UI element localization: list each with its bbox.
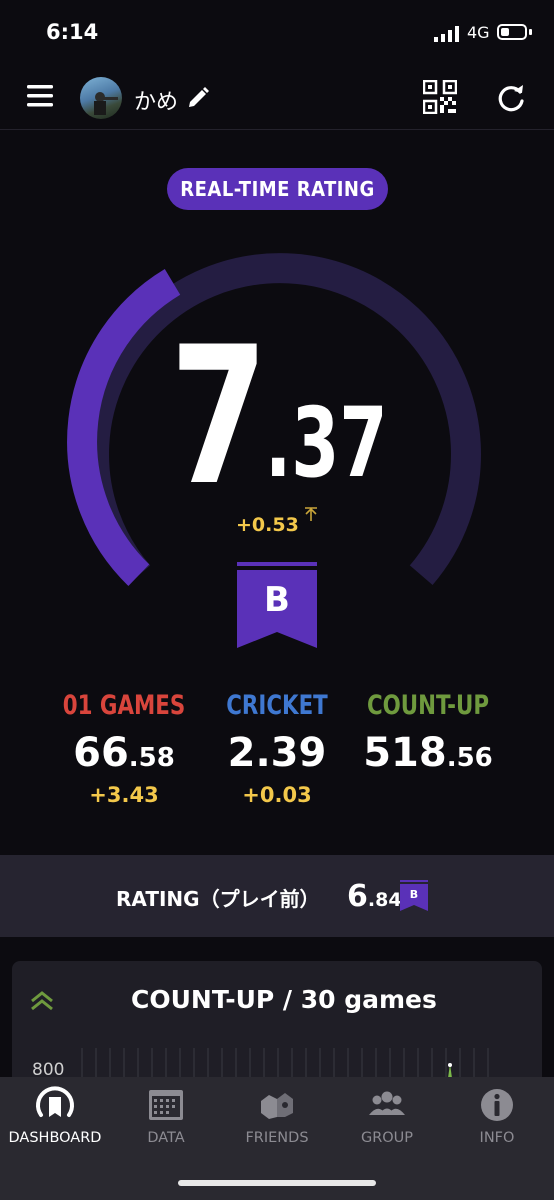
group-icon — [369, 1091, 405, 1115]
stat-label-cricket: CRICKET — [226, 690, 328, 721]
tab-dashboard[interactable]: DASHBOARD — [0, 1085, 110, 1146]
battery-icon — [497, 24, 527, 40]
pencil-icon[interactable] — [186, 86, 210, 110]
rank-letter-small: B — [409, 888, 419, 901]
card-title: COUNT-UP / 30 games — [131, 985, 437, 1014]
rating-before-big: 6 — [347, 879, 368, 914]
stat-value-count-up: 518.56 — [358, 730, 498, 776]
stat-value-big: 66 — [73, 730, 129, 776]
rating-integer: 7 — [170, 306, 268, 527]
signal-icon — [434, 26, 459, 42]
battery-nub — [529, 29, 532, 35]
rating-before-value: 6.84 — [347, 879, 402, 914]
network-type: 4G — [467, 23, 490, 42]
stat-value-01-games: 66.58 — [54, 730, 194, 776]
info-icon — [481, 1089, 513, 1121]
real-time-rating-label: REAL-TIME RATING — [167, 168, 388, 210]
tab-friends[interactable]: FRIENDS — [222, 1085, 332, 1146]
status-time: 6:14 — [46, 20, 99, 44]
menu-icon[interactable] — [27, 85, 53, 107]
tab-info[interactable]: INFO — [442, 1085, 552, 1146]
stat-value-big: 518 — [363, 730, 447, 776]
rank-letter: B — [264, 580, 290, 620]
stat-value-small: .58 — [128, 743, 175, 773]
rating-before-small: .84 — [367, 889, 402, 911]
rating-delta: +0.53 — [236, 514, 299, 536]
stat-value-cricket: 2.39 — [207, 730, 347, 776]
refresh-icon[interactable] — [496, 82, 526, 114]
username[interactable]: かめ — [134, 84, 178, 116]
tab-label: FRIENDS — [245, 1130, 309, 1146]
dashboard-icon — [36, 1086, 74, 1117]
rating-before-label: RATING（プレイ前） — [116, 887, 320, 911]
home-indicator[interactable] — [178, 1180, 376, 1186]
tab-label: INFO — [479, 1130, 515, 1146]
tab-data[interactable]: DATA — [111, 1085, 221, 1146]
stat-label-count-up: COUNT-UP — [366, 690, 490, 721]
chart-gridlines — [81, 1048, 489, 1078]
tab-label: DATA — [147, 1130, 185, 1146]
tab-group[interactable]: GROUP — [332, 1085, 442, 1146]
tab-label: DASHBOARD — [8, 1130, 102, 1146]
friends-icon — [261, 1093, 293, 1119]
tab-label: GROUP — [360, 1130, 414, 1146]
stat-value-small: .56 — [446, 743, 493, 773]
avatar[interactable] — [80, 77, 122, 119]
rating-decimal: .37 — [265, 387, 388, 499]
arrow-up-icon — [305, 507, 317, 521]
stat-delta-01-games: +3.43 — [89, 783, 159, 807]
calendar-icon — [149, 1090, 183, 1120]
qr-code-icon[interactable] — [423, 80, 457, 114]
stat-delta-cricket: +0.03 — [242, 783, 312, 807]
stat-value-big: 2.39 — [227, 730, 327, 776]
chevrons-up-icon[interactable] — [29, 988, 55, 1014]
header-divider — [0, 129, 554, 130]
stat-label-01-games: 01 GAMES — [62, 690, 186, 721]
